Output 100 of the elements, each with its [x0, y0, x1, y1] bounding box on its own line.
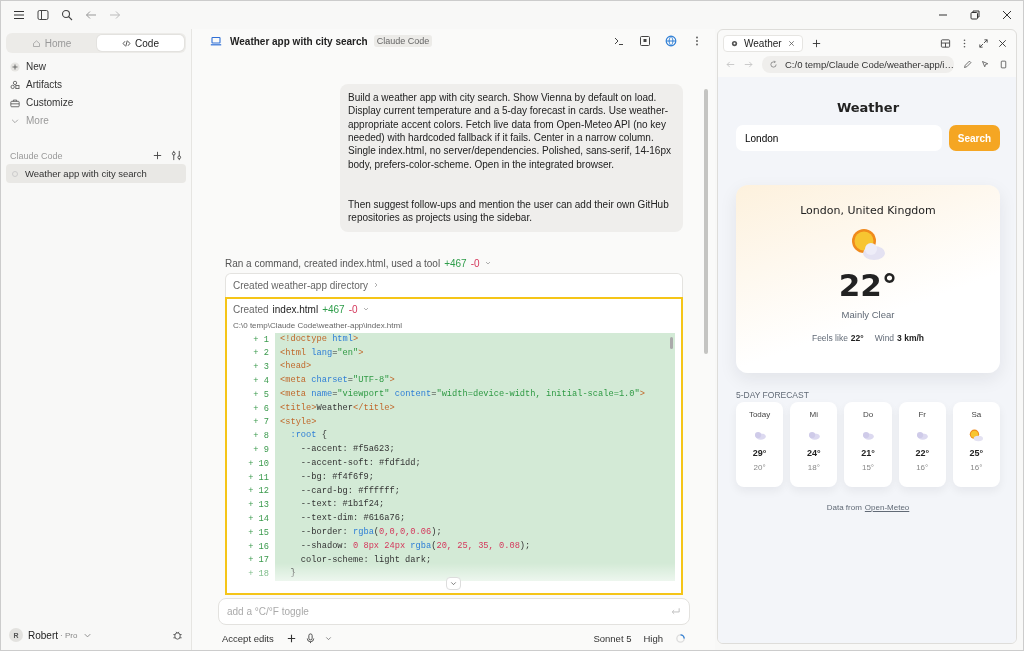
restore-icon[interactable]: [969, 9, 981, 21]
briefcase-icon: [10, 97, 20, 108]
forecast-heading: 5-DAY FORECAST: [736, 390, 810, 400]
pencil-icon[interactable]: [963, 60, 972, 69]
line-number: + 8: [252, 431, 270, 442]
layout-icon[interactable]: [940, 37, 951, 49]
line-number: + 10: [247, 458, 270, 469]
bug-icon[interactable]: [172, 629, 183, 641]
step-label[interactable]: Created weather-app directory: [233, 279, 369, 291]
line-number: + 12: [247, 486, 270, 497]
effort-selector[interactable]: High: [643, 633, 663, 644]
terminal-icon[interactable]: [613, 35, 625, 47]
high-temperature: 25°: [969, 448, 984, 458]
sidebar-tab[interactable]: Code: [97, 35, 184, 51]
condition: Mainly Clear: [841, 309, 895, 320]
attribution-link[interactable]: Open-Meteo: [864, 503, 910, 512]
section-heading: Claude Code: [10, 150, 64, 161]
shapes-icon: [10, 79, 20, 90]
sidebar-toggle-icon[interactable]: [37, 9, 49, 21]
line-number: + 11: [247, 472, 270, 483]
line-number: + 6: [252, 403, 270, 414]
prompt-field[interactable]: add a °C/°F toggle: [218, 598, 690, 625]
line-number: + 18: [247, 569, 270, 580]
address-bar[interactable]: C:/0 temp/Claude Code/weather-app/i…: [762, 56, 954, 73]
gear-icon: [730, 38, 739, 48]
plus-icon: [10, 61, 20, 72]
line-number: + 2: [252, 348, 270, 359]
line-number: + 4: [252, 376, 270, 387]
expand-icon[interactable]: [978, 37, 989, 49]
line-number: + 7: [252, 417, 270, 428]
nav-item[interactable]: Customize: [6, 96, 186, 109]
high-temperature: 21°: [861, 448, 875, 458]
removed-count: -0: [348, 303, 358, 315]
line-number: + 1: [252, 334, 270, 345]
session-item[interactable]: Weather app with city search: [6, 164, 186, 183]
low-temperature: 15°: [861, 463, 875, 472]
line-number: + 3: [252, 362, 270, 373]
low-temperature: 16°: [970, 463, 983, 472]
plus-icon[interactable]: [810, 37, 822, 49]
spinner-icon: [675, 633, 686, 644]
day-label: Mi: [809, 410, 819, 419]
nav-item[interactable]: New: [6, 60, 186, 73]
sun-cloud-icon: [968, 428, 985, 442]
close-icon[interactable]: [997, 37, 1008, 49]
file-name[interactable]: index.html: [272, 303, 319, 315]
line-number: + 9: [252, 445, 270, 455]
cursor-icon[interactable]: [981, 60, 990, 69]
reload-icon[interactable]: [769, 60, 778, 69]
chat-title: Weather app with city search: [230, 35, 368, 47]
phone-icon[interactable]: [999, 60, 1008, 69]
added-count: +467: [322, 303, 345, 315]
day-label: Do: [862, 410, 874, 419]
mode-selector[interactable]: Accept edits: [222, 633, 274, 644]
nav-item[interactable]: Artifacts: [6, 78, 186, 91]
wind-value: 3 km/h: [897, 333, 925, 343]
panel-icon[interactable]: [639, 35, 651, 47]
search-icon[interactable]: [61, 9, 73, 21]
low-temperature: 18°: [807, 463, 820, 472]
message-paragraph: Build a weather app with city search. Show Vienna by default on load. Display current temperature and a 5-day forecast in cards. Use weather-appropriate accent colors. Fetch live data from Open-Meteo API (no key needed) with hardcoded fallback if it fails. Center in a narrow column. Single index.html, no server/dependencies. Polished, sans-serif, 14-16px body, prefers-color-scheme. Open in the integrated browser.: [348, 91, 672, 172]
activity-summary[interactable]: Ran a command, created index.html, used a tool: [225, 257, 441, 269]
day-label: Today: [748, 410, 771, 419]
wind-label: Wind: [874, 333, 895, 343]
low-temperature: 20°: [753, 463, 766, 472]
scrollbar-thumb[interactable]: [704, 89, 708, 354]
high-temperature: 29°: [752, 448, 767, 458]
high-temperature: 22°: [915, 448, 929, 458]
close-icon[interactable]: [1001, 9, 1013, 21]
filter-icon[interactable]: [171, 150, 182, 161]
line-number: + 5: [252, 389, 270, 400]
high-temperature: 24°: [807, 448, 821, 458]
home-icon: [31, 38, 41, 48]
added-count: +467: [444, 257, 467, 269]
removed-count: -0: [470, 257, 480, 269]
line-number: + 15: [247, 527, 270, 538]
line-number: + 14: [247, 514, 270, 524]
globe-icon[interactable]: [665, 35, 677, 47]
attribution-text: Data from: [826, 503, 862, 512]
microphone-icon[interactable]: [304, 633, 316, 644]
line-number: + 16: [247, 541, 270, 552]
low-temperature: 16°: [916, 463, 929, 472]
menu-icon[interactable]: [13, 9, 25, 21]
chevron-down-icon[interactable]: [323, 634, 333, 643]
file-path: C:\0 temp\Claude Code\weather-app\index.html: [232, 319, 403, 332]
feels-like-label: Feels like: [811, 333, 848, 343]
day-label: Sa: [971, 410, 982, 419]
day-label: Fr: [918, 410, 926, 419]
plus-icon[interactable]: [285, 633, 297, 644]
file-action: Created: [233, 303, 269, 315]
browser-tab[interactable]: Weather: [723, 34, 803, 52]
scrollbar-thumb[interactable]: [670, 336, 673, 349]
city-search-field[interactable]: London: [736, 125, 942, 151]
line-number: + 13: [247, 500, 270, 511]
code-icon: [122, 38, 132, 48]
temperature: 22°: [838, 267, 898, 303]
line-number: + 17: [247, 555, 270, 566]
plus-icon[interactable]: [152, 150, 163, 161]
plan-label: · Pro: [60, 630, 78, 640]
model-selector[interactable]: Sonnet 5: [593, 633, 632, 644]
user-name[interactable]: Robert: [28, 629, 58, 641]
laptop-icon: [210, 35, 222, 47]
